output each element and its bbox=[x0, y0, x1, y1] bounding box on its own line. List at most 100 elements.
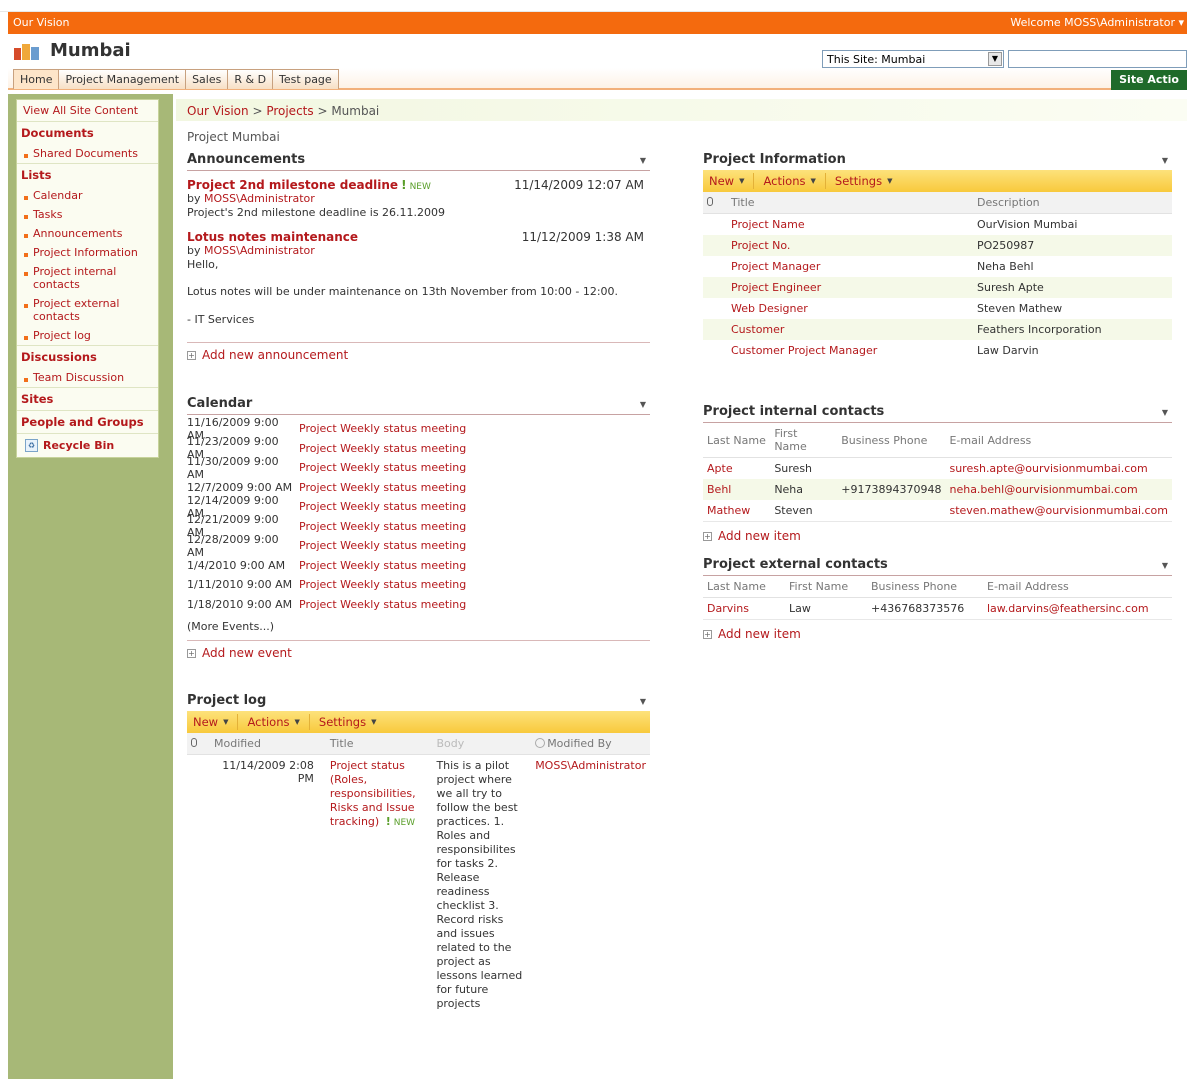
ql-item-project-external-contacts[interactable]: Project external contacts bbox=[17, 294, 158, 326]
new-menu-button[interactable]: New ▼ bbox=[703, 173, 755, 189]
add-new-item-link[interactable]: + Add new item bbox=[703, 529, 1172, 543]
ql-item-tasks[interactable]: Tasks bbox=[17, 205, 158, 224]
event-title-link[interactable]: Project Weekly status meeting bbox=[299, 461, 466, 474]
info-title-link[interactable]: Customer Project Manager bbox=[727, 340, 973, 361]
view-all-site-content-link[interactable]: View All Site Content bbox=[17, 100, 158, 122]
column-header-modified-by[interactable]: Modified By bbox=[531, 733, 650, 755]
ql-item-project-log[interactable]: Project log bbox=[17, 326, 158, 345]
search-input[interactable] bbox=[1008, 50, 1187, 68]
contact-last-name-link[interactable]: Apte bbox=[703, 458, 770, 480]
ql-item-project-information[interactable]: Project Information bbox=[17, 243, 158, 262]
internal-contacts-title-text[interactable]: Project internal contacts bbox=[703, 404, 884, 419]
add-new-event-link[interactable]: + Add new event bbox=[187, 646, 650, 660]
announcement-author-link[interactable]: MOSS\Administrator bbox=[204, 244, 315, 257]
project-log-title-text[interactable]: Project log bbox=[187, 693, 266, 708]
webpart-menu-icon[interactable]: ▼ bbox=[640, 697, 646, 706]
announcement-title[interactable]: Project 2nd milestone deadline bbox=[187, 178, 398, 192]
column-header-title[interactable]: Title bbox=[325, 733, 433, 755]
contact-last-name-link[interactable]: Darvins bbox=[703, 598, 785, 620]
column-header-email[interactable]: E-mail Address bbox=[983, 576, 1172, 598]
column-header-first-name[interactable]: First Name bbox=[785, 576, 867, 598]
column-header-business-phone[interactable]: Business Phone bbox=[837, 423, 946, 458]
webpart-menu-icon[interactable]: ▼ bbox=[640, 156, 646, 165]
ql-heading-sites[interactable]: Sites bbox=[17, 387, 158, 410]
column-header-description[interactable]: Description bbox=[973, 192, 1172, 214]
event-title-link[interactable]: Project Weekly status meeting bbox=[299, 500, 466, 513]
ql-item-team-discussion[interactable]: Team Discussion bbox=[17, 368, 158, 387]
site-name-link[interactable]: Our Vision bbox=[13, 16, 69, 29]
event-title-link[interactable]: Project Weekly status meeting bbox=[299, 539, 466, 552]
webpart-menu-icon[interactable]: ▼ bbox=[1162, 561, 1168, 570]
breadcrumb-root[interactable]: Our Vision bbox=[187, 104, 249, 118]
recycle-bin-link[interactable]: ♻ Recycle Bin bbox=[17, 433, 158, 457]
tab-project-management[interactable]: Project Management bbox=[58, 69, 187, 89]
info-title-link[interactable]: Project Name bbox=[727, 214, 973, 236]
announcement-author-link[interactable]: MOSS\Administrator bbox=[204, 192, 315, 205]
tab-r-and-d[interactable]: R & D bbox=[227, 69, 274, 89]
add-new-item-link[interactable]: + Add new item bbox=[703, 627, 1172, 641]
webpart-menu-icon[interactable]: ▼ bbox=[1162, 156, 1168, 165]
site-title[interactable]: Mumbai bbox=[50, 40, 131, 61]
settings-menu-button[interactable]: Settings ▼ bbox=[310, 714, 386, 730]
contact-last-name-link[interactable]: Behl bbox=[703, 479, 771, 500]
info-title-link[interactable]: Customer bbox=[727, 319, 973, 340]
info-description: Feathers Incorporation bbox=[973, 319, 1172, 340]
attachment-column-header[interactable] bbox=[703, 192, 727, 214]
external-contacts-title-text[interactable]: Project external contacts bbox=[703, 557, 888, 572]
column-header-email[interactable]: E-mail Address bbox=[945, 423, 1172, 458]
webpart-menu-icon[interactable]: ▼ bbox=[640, 400, 646, 409]
contact-email-link[interactable]: neha.behl@ourvisionmumbai.com bbox=[945, 479, 1172, 500]
new-menu-button[interactable]: New ▼ bbox=[187, 714, 239, 730]
actions-menu-button[interactable]: Actions ▼ bbox=[238, 714, 310, 730]
column-header-business-phone[interactable]: Business Phone bbox=[867, 576, 983, 598]
ql-item-calendar[interactable]: Calendar bbox=[17, 186, 158, 205]
calendar-title-text[interactable]: Calendar bbox=[187, 396, 252, 411]
ql-heading-people-and-groups[interactable]: People and Groups bbox=[17, 410, 158, 433]
event-title-link[interactable]: Project Weekly status meeting bbox=[299, 520, 466, 533]
ql-item-shared-documents[interactable]: Shared Documents bbox=[17, 144, 158, 163]
project-information-title-text[interactable]: Project Information bbox=[703, 152, 846, 167]
event-title-link[interactable]: Project Weekly status meeting bbox=[299, 578, 466, 591]
tab-test-page[interactable]: Test page bbox=[272, 69, 339, 89]
site-actions-button[interactable]: Site Actio bbox=[1111, 70, 1187, 90]
column-header-last-name[interactable]: Last Name bbox=[703, 576, 785, 598]
add-new-announcement-link[interactable]: + Add new announcement bbox=[187, 348, 650, 362]
info-title-link[interactable]: Project No. bbox=[727, 235, 973, 256]
ql-item-announcements[interactable]: Announcements bbox=[17, 224, 158, 243]
search-scope-select[interactable]: This Site: Mumbai ▼ bbox=[822, 50, 1004, 68]
event-title-link[interactable]: Project Weekly status meeting bbox=[299, 559, 466, 572]
breadcrumb-projects[interactable]: Projects bbox=[266, 104, 313, 118]
announcements-title-text[interactable]: Announcements bbox=[187, 152, 305, 167]
settings-menu-button[interactable]: Settings ▼ bbox=[826, 173, 902, 189]
event-title-link[interactable]: Project Weekly status meeting bbox=[299, 442, 466, 455]
external-contacts-title: Project external contacts ▼ bbox=[703, 557, 1172, 576]
contact-last-name-link[interactable]: Mathew bbox=[703, 500, 770, 522]
column-header-modified[interactable]: Modified bbox=[209, 733, 326, 755]
info-title-link[interactable]: Project Engineer bbox=[727, 277, 973, 298]
announcement-title[interactable]: Lotus notes maintenance bbox=[187, 230, 358, 244]
contact-email-link[interactable]: suresh.apte@ourvisionmumbai.com bbox=[945, 458, 1172, 480]
column-header-last-name[interactable]: Last Name bbox=[703, 423, 771, 458]
tab-home[interactable]: Home bbox=[13, 69, 60, 89]
tab-sales[interactable]: Sales bbox=[185, 69, 229, 89]
attachment-column-header[interactable] bbox=[187, 733, 210, 755]
event-title-link[interactable]: Project Weekly status meeting bbox=[299, 598, 466, 611]
info-title-link[interactable]: Project Manager bbox=[727, 256, 973, 277]
webpart-menu-icon[interactable]: ▼ bbox=[1162, 408, 1168, 417]
column-header-title[interactable]: Title bbox=[727, 192, 973, 214]
ql-heading-lists[interactable]: Lists bbox=[17, 163, 158, 186]
info-title-link[interactable]: Web Designer bbox=[727, 298, 973, 319]
actions-menu-button[interactable]: Actions ▼ bbox=[754, 173, 826, 189]
column-header-first-name[interactable]: First Name bbox=[770, 423, 838, 458]
more-events-link[interactable]: (More Events...) bbox=[187, 620, 650, 640]
ql-heading-discussions[interactable]: Discussions bbox=[17, 345, 158, 368]
event-title-link[interactable]: Project Weekly status meeting bbox=[299, 481, 466, 494]
event-title-link[interactable]: Project Weekly status meeting bbox=[299, 422, 466, 435]
contact-email-link[interactable]: law.darvins@feathersinc.com bbox=[983, 598, 1172, 620]
ql-heading-documents[interactable]: Documents bbox=[17, 122, 158, 144]
ql-item-project-internal-contacts[interactable]: Project internal contacts bbox=[17, 262, 158, 294]
contact-email-link[interactable]: steven.mathew@ourvisionmumbai.com bbox=[945, 500, 1172, 522]
welcome-menu[interactable]: Welcome MOSS\Administrator ▾ bbox=[1010, 16, 1184, 29]
dropdown-arrow-icon[interactable]: ▼ bbox=[988, 52, 1002, 66]
modified-by-link[interactable]: MOSS\Administrator bbox=[531, 755, 650, 1016]
